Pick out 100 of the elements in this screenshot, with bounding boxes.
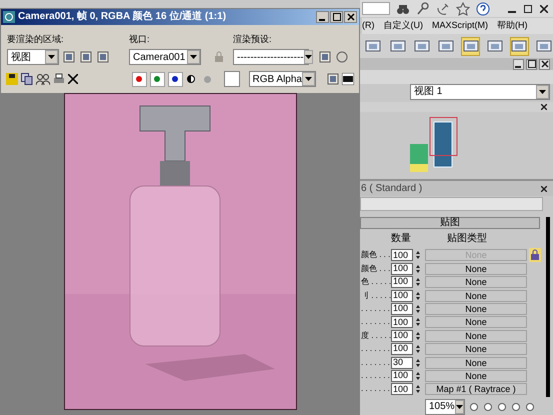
- close-icon[interactable]: [539, 58, 550, 70]
- color-swatch[interactable]: [224, 71, 240, 88]
- map-row-label: 颜色 . . .: [361, 262, 391, 275]
- spinner-icon[interactable]: [415, 264, 420, 274]
- amount-field[interactable]: 100: [391, 290, 413, 302]
- rollout-title: 6 ( Standard ): [361, 182, 422, 196]
- spinner-icon[interactable]: [415, 304, 420, 314]
- spinner-icon[interactable]: [415, 317, 420, 328]
- region-icon[interactable]: [79, 50, 93, 64]
- toolbar-icon[interactable]: [510, 36, 529, 56]
- maximize-icon[interactable]: [523, 4, 533, 14]
- close-icon[interactable]: [344, 10, 357, 23]
- map-button[interactable]: None: [425, 370, 527, 382]
- area-dropdown[interactable]: 视图: [7, 49, 59, 66]
- amount-field[interactable]: 100: [391, 302, 413, 315]
- field-label: 要渲染的区域:: [7, 32, 64, 46]
- map-row-label: 刂 . . . . .: [361, 290, 391, 302]
- map-row-label: . . . . . . .: [361, 302, 391, 315]
- view-tool-icon[interactable]: [469, 402, 479, 412]
- map-button[interactable]: None: [425, 356, 527, 368]
- map-button[interactable]: None: [425, 302, 527, 315]
- map-row-label: 颜色 . . .: [361, 249, 391, 262]
- panel-icon[interactable]: [327, 72, 339, 86]
- spinner-icon[interactable]: [415, 370, 420, 381]
- save-icon[interactable]: [6, 72, 18, 86]
- dropdown-value: RGB Alpha: [252, 72, 302, 87]
- spinner-icon[interactable]: [415, 250, 420, 260]
- display-icon[interactable]: [342, 72, 354, 86]
- view-dropdown[interactable]: 视图 1: [410, 84, 550, 100]
- maximize-icon[interactable]: [526, 58, 537, 70]
- star-icon[interactable]: [456, 2, 470, 16]
- copy-icon[interactable]: [21, 72, 33, 86]
- close-icon[interactable]: [539, 4, 549, 14]
- map-row-label: 色 . . . . .: [361, 276, 391, 288]
- environment-icon[interactable]: [335, 50, 349, 64]
- field-label: 视口:: [129, 32, 150, 46]
- viewport-dropdown[interactable]: Camera001: [129, 49, 201, 66]
- map-row-label: . . . . . . .: [361, 356, 391, 368]
- toolbar-icon[interactable]: [461, 36, 480, 56]
- amount-field[interactable]: 100: [391, 383, 413, 396]
- map-button[interactable]: None: [425, 290, 527, 302]
- dropdown-value: --------------------: [237, 50, 304, 65]
- spinner-icon[interactable]: [415, 277, 420, 288]
- menu-item[interactable]: MAXScript(M): [432, 19, 488, 33]
- view-tool-icon[interactable]: [483, 402, 493, 412]
- spinner-icon[interactable]: [415, 344, 420, 354]
- map-row-label: . . . . . . .: [361, 343, 391, 356]
- spinner-icon[interactable]: [415, 384, 420, 394]
- minimize-icon[interactable]: [513, 58, 524, 70]
- map-row-label: . . . . . . .: [361, 316, 391, 328]
- menu-item[interactable]: 帮助(H): [497, 19, 528, 33]
- close-icon[interactable]: [540, 185, 547, 192]
- help-icon[interactable]: [476, 2, 490, 16]
- blowup-icon[interactable]: [96, 50, 110, 64]
- map-button[interactable]: None: [425, 343, 527, 356]
- window-title: Camera001, 帧 0, RGBA 颜色 16 位/通道 (1:1): [18, 10, 226, 24]
- close-icon[interactable]: [540, 104, 547, 111]
- amount-field[interactable]: 100: [391, 343, 413, 356]
- map-row-label: . . . . . . .: [361, 370, 391, 382]
- view-tool-icon[interactable]: [511, 402, 521, 412]
- rollout-header-label: 贴图: [440, 216, 460, 230]
- menu-item[interactable]: 自定义(U): [384, 19, 423, 33]
- name-field[interactable]: [360, 197, 543, 211]
- channel-button[interactable]: [150, 72, 165, 87]
- minimize-icon[interactable]: [316, 10, 329, 23]
- amount-field[interactable]: 30: [391, 356, 413, 368]
- clear-icon[interactable]: [68, 72, 79, 86]
- map-button[interactable]: None: [425, 276, 527, 288]
- amount-field[interactable]: 100: [391, 276, 413, 288]
- monochrome-icon[interactable]: [186, 74, 196, 84]
- crop-icon[interactable]: [62, 50, 76, 64]
- map-row-label: . . . . . . .: [361, 383, 391, 396]
- amount-field[interactable]: 100: [391, 316, 413, 328]
- app-icon[interactable]: [3, 10, 15, 23]
- column-header: 贴图类型: [447, 232, 487, 246]
- render-setup-icon[interactable]: [318, 50, 332, 64]
- map-button[interactable]: Map #1 ( Raytrace ): [425, 383, 527, 396]
- amount-field[interactable]: 100: [391, 370, 413, 382]
- search-field[interactable]: [362, 2, 390, 15]
- display-dropdown[interactable]: RGB Alpha: [248, 71, 316, 88]
- channel-button[interactable]: [132, 72, 147, 87]
- lock-icon[interactable]: [529, 248, 541, 262]
- menu-item[interactable]: (R): [362, 19, 374, 33]
- map-row-label: 度 . . . . .: [361, 330, 391, 342]
- amount-field[interactable]: 100: [391, 262, 413, 275]
- map-button[interactable]: None: [425, 330, 527, 342]
- amount-field[interactable]: 100: [391, 330, 413, 342]
- channel-button[interactable]: [168, 72, 183, 87]
- map-button[interactable]: None: [425, 262, 527, 275]
- spinner-icon[interactable]: [415, 290, 420, 301]
- map-button[interactable]: None: [425, 316, 527, 328]
- view-tool-icon[interactable]: [525, 402, 535, 412]
- zoom-dropdown[interactable]: 105%: [425, 398, 465, 415]
- spinner-icon[interactable]: [415, 330, 420, 341]
- spinner-icon[interactable]: [415, 358, 420, 368]
- maximize-icon[interactable]: [330, 10, 343, 23]
- rollout-header[interactable]: 贴图: [360, 216, 540, 229]
- view-tool-icon[interactable]: [497, 402, 507, 412]
- scrollbar[interactable]: [546, 216, 550, 397]
- people-icon[interactable]: [36, 72, 50, 86]
